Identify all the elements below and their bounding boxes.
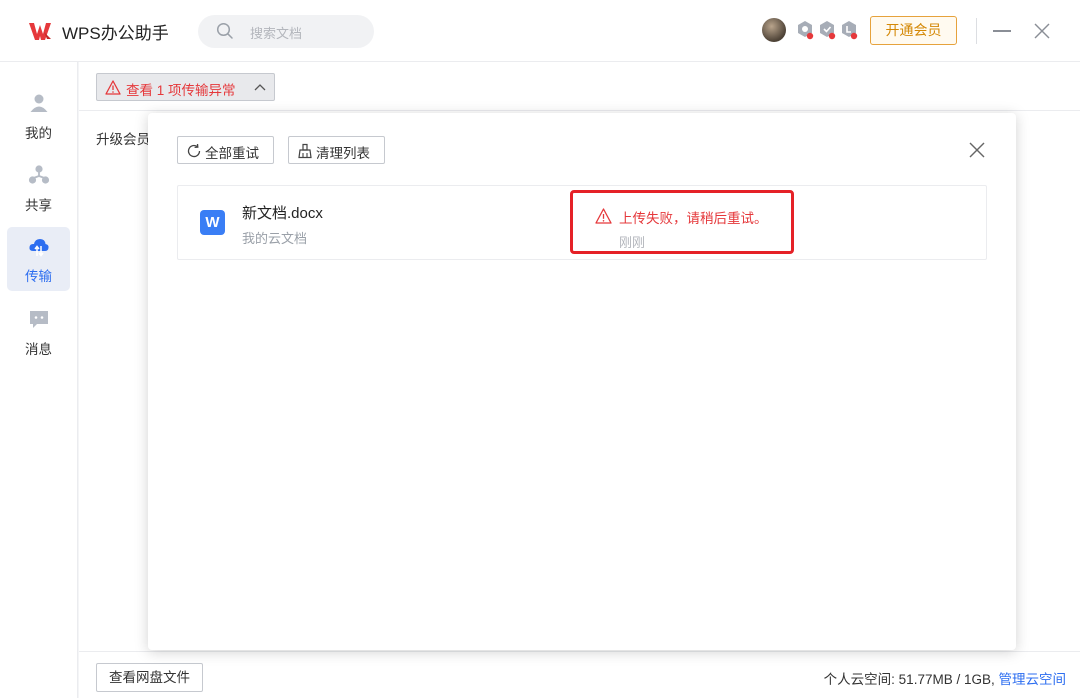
transfer-error-panel: 全部重试 清理列表 W 新文档.docx 我的云文档 上传失败，请稍后重试。 刚… <box>148 113 1016 650</box>
upgrade-hint[interactable]: 升级会员 <box>96 128 150 148</box>
transfer-error-toggle[interactable]: 查看 1 项传输异常 <box>96 73 275 101</box>
sidebar-item-mine[interactable]: 我的 <box>7 84 70 148</box>
sidebar-item-label: 共享 <box>25 198 52 213</box>
clear-list-button[interactable]: 清理列表 <box>288 136 385 164</box>
retry-all-button[interactable]: 全部重试 <box>177 136 274 164</box>
sidebar: 我的 共享 传输 消息 <box>0 62 78 698</box>
file-name: 新文档.docx <box>242 205 323 222</box>
open-vip-button[interactable]: 开通会员 <box>870 16 957 45</box>
chevron-up-icon <box>254 84 266 91</box>
divider <box>79 110 1080 111</box>
search-icon <box>216 22 233 39</box>
warning-icon <box>105 80 121 95</box>
word-doc-icon: W <box>200 210 225 235</box>
view-cloud-files-button[interactable]: 查看网盘文件 <box>96 663 203 692</box>
transfer-error-label: 查看 1 项传输异常 <box>126 83 236 98</box>
sidebar-item-share[interactable]: 共享 <box>7 156 70 220</box>
member-badge-icon[interactable] <box>818 20 836 40</box>
search-placeholder: 搜索文档 <box>250 26 303 41</box>
storage-label: 个人云空间: 51.77MB / 1GB, <box>823 672 995 687</box>
transfer-list-item[interactable]: W 新文档.docx 我的云文档 上传失败，请稍后重试。 刚刚 <box>177 185 987 260</box>
warning-icon <box>595 208 612 224</box>
upload-error-message: 上传失败，请稍后重试。 <box>619 211 768 226</box>
sidebar-item-transfer[interactable]: 传输 <box>7 227 70 291</box>
clear-list-label: 清理列表 <box>316 146 370 161</box>
sidebar-item-label: 我的 <box>25 126 52 141</box>
app-title: WPS办公助手 <box>62 24 169 43</box>
retry-all-label: 全部重试 <box>205 146 259 161</box>
file-location: 我的云文档 <box>242 231 308 246</box>
member-badge-icon[interactable] <box>796 20 814 40</box>
minimize-icon[interactable] <box>993 30 1011 32</box>
sidebar-item-label: 传输 <box>25 269 52 284</box>
member-badge-icon[interactable] <box>840 20 858 40</box>
divider <box>79 651 1080 652</box>
search-input[interactable]: 搜索文档 <box>198 15 374 48</box>
storage-info: 个人云空间: 51.77MB / 1GB, 管理云空间 <box>824 668 1066 688</box>
wps-logo-icon <box>29 23 51 40</box>
title-divider <box>976 18 977 44</box>
title-bar: WPS办公助手 搜索文档 开通会员 <box>0 0 1080 62</box>
refresh-icon <box>187 143 201 158</box>
share-icon <box>28 165 50 184</box>
manage-cloud-space-link[interactable]: 管理云空间 <box>999 672 1067 687</box>
error-highlight-box: 上传失败，请稍后重试。 刚刚 <box>570 190 794 254</box>
message-icon <box>30 311 48 328</box>
avatar[interactable] <box>762 18 786 42</box>
sidebar-item-label: 消息 <box>25 342 52 357</box>
window-close-icon[interactable] <box>1032 21 1052 41</box>
broom-icon <box>298 143 312 159</box>
panel-close-icon[interactable] <box>968 141 986 159</box>
sidebar-item-messages[interactable]: 消息 <box>7 300 70 364</box>
error-timestamp: 刚刚 <box>619 235 646 250</box>
user-icon <box>30 94 48 112</box>
cloud-transfer-icon <box>29 239 49 257</box>
